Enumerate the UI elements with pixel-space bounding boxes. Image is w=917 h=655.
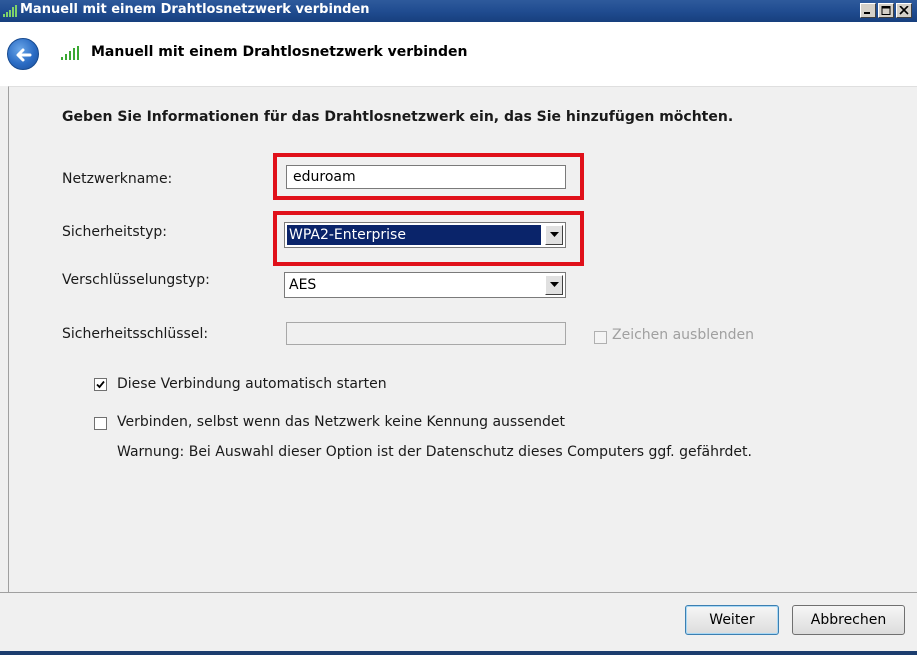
close-button[interactable]	[896, 3, 912, 18]
encryption-type-select[interactable]: AES	[284, 272, 566, 298]
security-type-select[interactable]: WPA2-Enterprise	[284, 222, 566, 248]
encryption-type-dropdown-button[interactable]	[545, 275, 563, 295]
wifi-signal-icon	[61, 46, 79, 60]
page-title: Manuell mit einem Drahtlosnetzwerk verbi…	[91, 44, 468, 60]
network-name-label: Netzwerkname:	[62, 171, 173, 187]
maximize-icon	[881, 6, 891, 15]
connect-hidden-label: Verbinden, selbst wenn das Netzwerk kein…	[117, 414, 565, 430]
minimize-icon	[864, 12, 870, 14]
window-controls	[860, 3, 912, 18]
security-type-dropdown-button[interactable]	[545, 225, 563, 245]
cancel-button[interactable]: Abbrechen	[792, 605, 905, 635]
checkmark-icon	[96, 380, 105, 389]
back-arrow-icon	[16, 48, 32, 62]
encryption-type-label: Verschlüsselungstyp:	[62, 272, 210, 288]
chevron-down-icon	[550, 282, 559, 287]
window-bottom-border	[0, 651, 917, 655]
hide-characters-label: Zeichen ausblenden	[612, 327, 754, 343]
hide-characters-checkbox[interactable]	[594, 331, 607, 344]
network-name-input[interactable]: eduroam	[286, 165, 566, 189]
security-type-value: WPA2-Enterprise	[289, 227, 406, 243]
warning-text: Warnung: Bei Auswahl dieser Option ist d…	[117, 444, 752, 460]
security-type-label: Sicherheitstyp:	[62, 224, 168, 240]
auto-start-checkbox[interactable]	[94, 378, 107, 391]
window-title: Manuell mit einem Drahtlosnetzwerk verbi…	[20, 2, 370, 17]
connect-hidden-checkbox[interactable]	[94, 417, 107, 430]
back-button[interactable]	[7, 38, 39, 70]
security-key-input[interactable]	[286, 322, 566, 345]
window-titlebar: Manuell mit einem Drahtlosnetzwerk verbi…	[0, 0, 917, 22]
auto-start-label: Diese Verbindung automatisch starten	[117, 376, 387, 392]
maximize-button[interactable]	[878, 3, 894, 18]
security-key-label: Sicherheitsschlüssel:	[62, 326, 209, 342]
minimize-button[interactable]	[860, 3, 876, 18]
next-button[interactable]: Weiter	[685, 605, 779, 635]
wifi-signal-icon	[3, 5, 17, 17]
encryption-type-value: AES	[289, 277, 317, 293]
intro-text: Geben Sie Informationen für das Drahtlos…	[62, 109, 734, 125]
close-icon	[899, 6, 909, 15]
chevron-down-icon	[550, 232, 559, 237]
wizard-footer	[0, 592, 917, 651]
